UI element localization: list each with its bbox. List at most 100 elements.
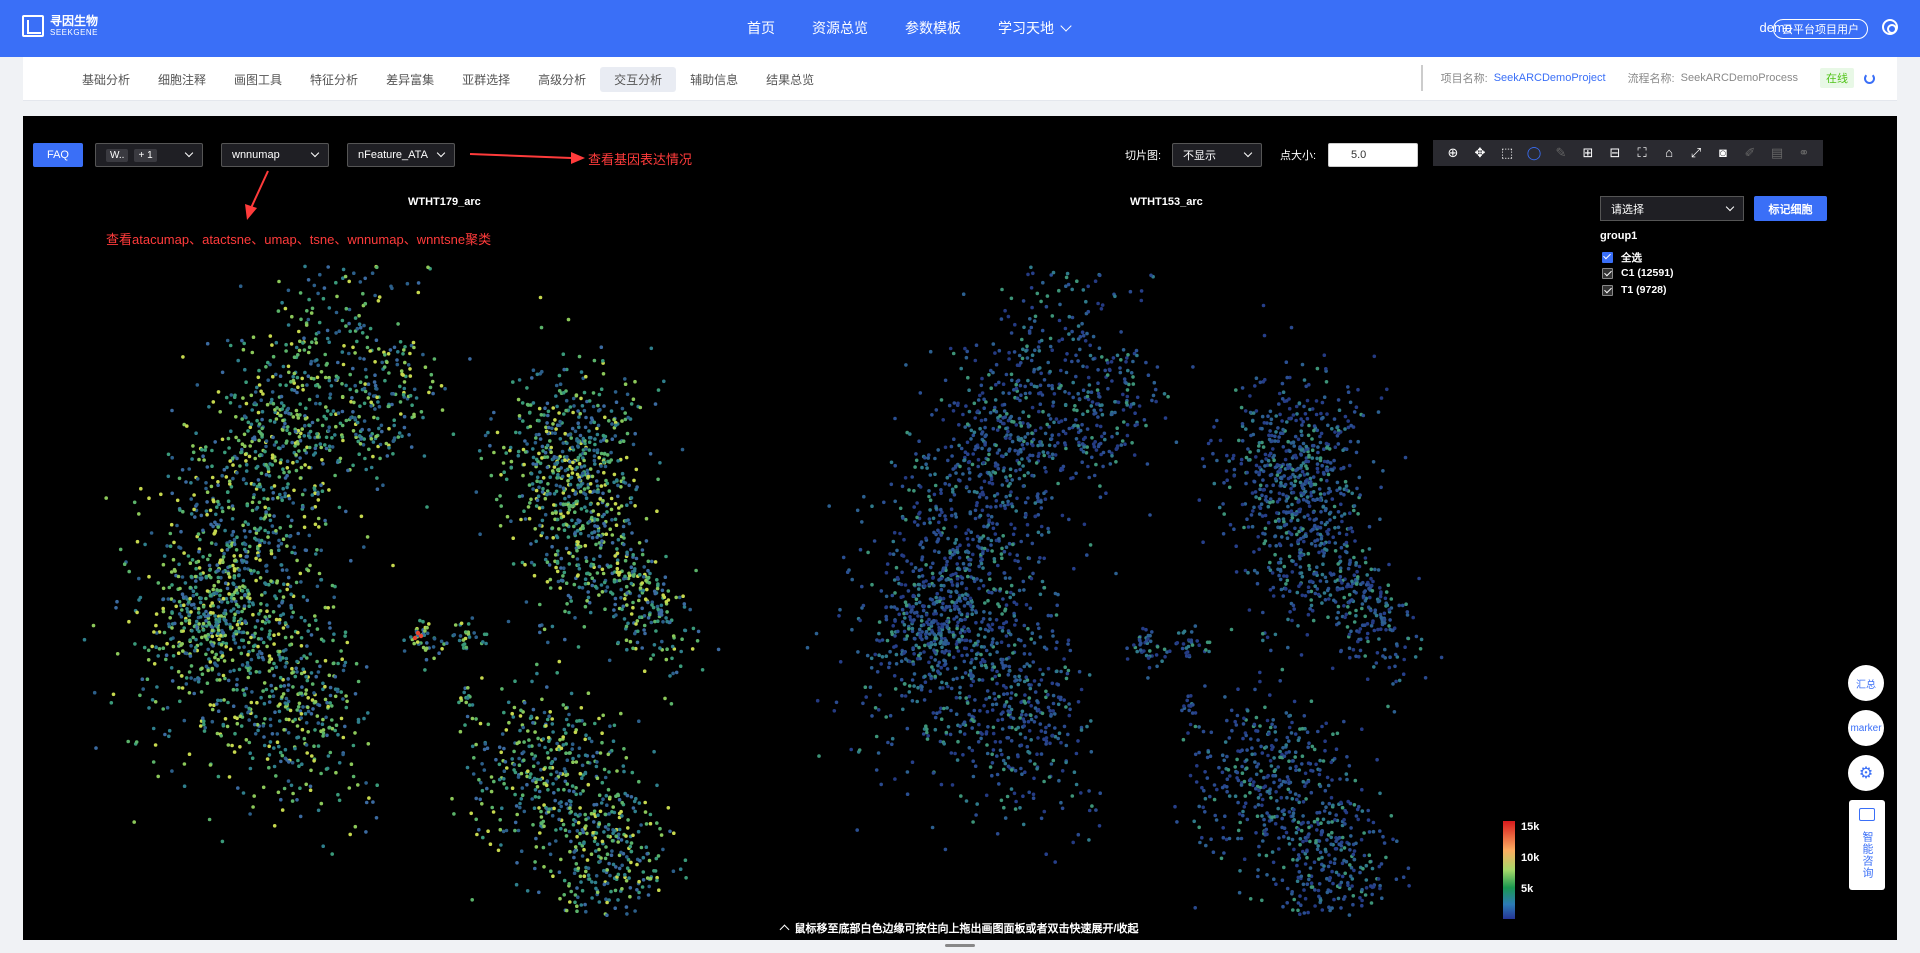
tab-diff[interactable]: 差异富集 (372, 67, 448, 92)
cell-point (576, 563, 581, 567)
cell-point (1027, 683, 1031, 687)
tab-interactive[interactable]: 交互分析 (600, 67, 677, 92)
cell-point (1113, 400, 1117, 404)
cell-point (292, 371, 297, 376)
cell-point (261, 724, 266, 728)
cell-point (1284, 510, 1289, 514)
nav-learning[interactable]: 学习天地 (998, 18, 1072, 38)
cell-point (327, 488, 331, 492)
cell-point (287, 370, 291, 375)
cell-point (604, 439, 609, 443)
cell-point (296, 442, 300, 446)
cell-point (204, 652, 208, 657)
cell-point (623, 377, 627, 381)
logo[interactable]: 寻因生物 SEEKGENE (22, 15, 98, 37)
nav-templates[interactable]: 参数模板 (905, 18, 961, 38)
cell-point (227, 479, 232, 484)
project-value[interactable]: SeekARCDemoProject (1494, 72, 1606, 84)
cell-point (232, 554, 236, 558)
cell-point (327, 621, 332, 625)
cell-point (911, 604, 915, 609)
cell-point (204, 574, 208, 579)
cell-point (1022, 699, 1027, 704)
cell-point (366, 742, 371, 746)
cell-point (336, 458, 341, 463)
cell-point (993, 674, 997, 679)
cell-point (1261, 531, 1265, 536)
cell-point (916, 582, 921, 587)
cell-point (150, 644, 154, 649)
cell-point (307, 465, 311, 470)
cell-point (531, 487, 535, 491)
gear-icon[interactable] (1882, 19, 1898, 35)
cell-point (331, 638, 335, 643)
cell-point (151, 760, 156, 764)
nav-home[interactable]: 首页 (747, 18, 775, 38)
cell-point (568, 405, 573, 409)
cell-point (888, 713, 893, 718)
cell-point (300, 685, 304, 689)
cell-point (378, 442, 383, 447)
cell-point (984, 732, 989, 736)
cell-point (905, 726, 910, 731)
cell-point (1030, 631, 1035, 635)
cell-point (1023, 500, 1028, 505)
cell-point (526, 505, 531, 509)
tab-advanced[interactable]: 高级分析 (524, 67, 600, 92)
cell-point (333, 728, 338, 733)
cell-point (576, 409, 580, 413)
cell-point (1098, 273, 1102, 278)
tab-subcluster[interactable]: 亚群选择 (448, 67, 524, 92)
cell-point (529, 497, 533, 502)
cell-point (607, 419, 611, 423)
cell-point (359, 514, 364, 519)
tab-basic[interactable]: 基础分析 (68, 67, 144, 92)
cell-point (545, 455, 550, 459)
cell-point (966, 574, 970, 579)
cell-point (1131, 375, 1135, 379)
cell-point (159, 492, 163, 497)
cell-point (941, 601, 945, 606)
cell-point (522, 462, 526, 467)
cell-point (236, 610, 241, 614)
cell-point (127, 619, 131, 624)
cell-point (982, 703, 986, 708)
cell-point (1254, 463, 1259, 468)
cell-point (273, 710, 277, 714)
role-badge[interactable]: 云平台项目用户 (1773, 19, 1868, 39)
logo-icon (22, 15, 44, 37)
cell-point (118, 547, 123, 552)
cell-point (280, 568, 285, 572)
cell-point (1284, 399, 1289, 403)
cell-point (992, 691, 996, 696)
cell-point (1048, 741, 1052, 746)
cell-point (1032, 679, 1037, 683)
cell-point (334, 723, 339, 727)
cell-point (1328, 461, 1333, 465)
cell-point (351, 463, 355, 468)
cell-point (993, 740, 998, 744)
tab-annotation[interactable]: 细胞注释 (144, 67, 220, 92)
cell-point (958, 729, 963, 734)
refresh-icon[interactable] (1864, 72, 1875, 84)
cell-point (1294, 418, 1298, 423)
cell-point (584, 374, 588, 379)
cell-point (312, 691, 316, 695)
cell-point (884, 570, 889, 575)
cell-point (889, 605, 894, 609)
nav-resources[interactable]: 资源总览 (812, 18, 868, 38)
tab-feature[interactable]: 特征分析 (296, 67, 372, 92)
tab-aux[interactable]: 辅助信息 (676, 67, 752, 92)
cell-point (220, 370, 225, 375)
cell-point (1339, 545, 1344, 550)
cell-point (910, 760, 915, 764)
cell-point (295, 459, 299, 464)
cell-point (1278, 476, 1283, 480)
tab-drawing[interactable]: 画图工具 (220, 67, 296, 92)
cell-point (1009, 331, 1014, 335)
cell-point (1263, 498, 1268, 502)
plot-canvas[interactable]: FAQ W.. + 1 wnnumap nFeature_ATA 切片图: 不显… (23, 116, 1897, 940)
cell-point (355, 326, 360, 331)
cell-point (1239, 457, 1244, 462)
tab-results[interactable]: 结果总览 (752, 67, 828, 92)
